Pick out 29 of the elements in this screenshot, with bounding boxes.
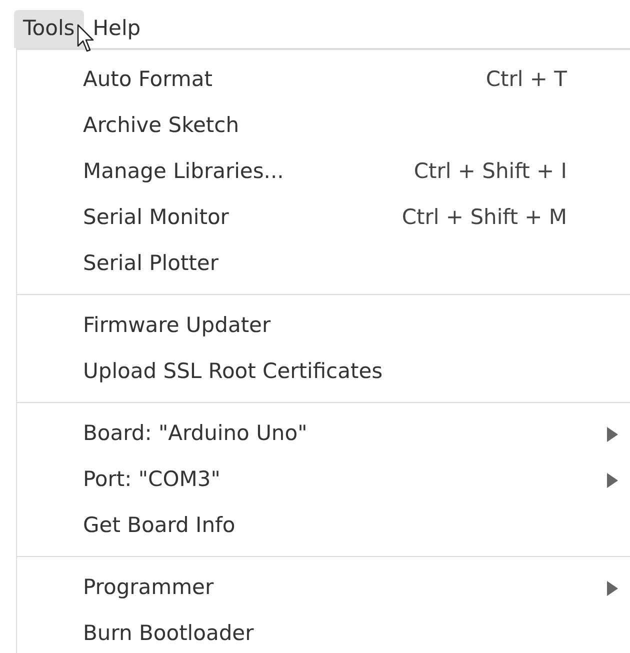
menu-item[interactable]: Upload SSL Root Certificates	[17, 349, 630, 395]
menu-item[interactable]: Manage Libraries... Ctrl + Shift + I	[17, 149, 630, 195]
menu-item-label: Serial Monitor	[83, 204, 230, 232]
menu-item-label: Programmer	[83, 574, 215, 602]
menu-item-label: Auto Format	[83, 66, 214, 94]
keyboard-shortcut: Ctrl + Shift + M	[402, 204, 567, 232]
menu-item-label: Archive Sketch	[83, 112, 240, 140]
menu-item-label: Firmware Updater	[83, 312, 272, 340]
menu-item-label: Get Board Info	[83, 512, 236, 540]
menu-item-label: Upload SSL Root Certificates	[83, 358, 384, 386]
menu-item[interactable]: Port: "COM3"	[17, 457, 630, 503]
menu-tab[interactable]: Tools	[14, 10, 84, 48]
menu-item[interactable]: Firmware Updater	[17, 303, 630, 349]
menu-item[interactable]: Auto Format Ctrl + T	[17, 57, 630, 103]
keyboard-shortcut: Ctrl + Shift + I	[414, 158, 567, 186]
menu-item-label: Burn Bootloader	[83, 620, 255, 648]
menu-item[interactable]: Serial Monitor Ctrl + Shift + M	[17, 195, 630, 241]
menu-item-label: Port: "COM3"	[83, 466, 222, 494]
menu-item-label: Board: "Arduino Uno"	[83, 420, 308, 448]
menu-item[interactable]: Archive Sketch	[17, 103, 630, 149]
menu-item[interactable]: Serial Plotter	[17, 241, 630, 287]
keyboard-shortcut: Ctrl + T	[486, 66, 567, 94]
menu-item[interactable]: Burn Bootloader	[17, 611, 630, 653]
menu-item[interactable]: Board: "Arduino Uno"	[17, 411, 630, 457]
menu-item-label: Manage Libraries...	[83, 158, 285, 186]
menu-item[interactable]: Programmer	[17, 565, 630, 611]
menu-item-label: Serial Plotter	[83, 250, 220, 278]
menu-item[interactable]: Get Board Info	[17, 503, 630, 549]
menu-tab[interactable]: Help	[84, 10, 150, 48]
